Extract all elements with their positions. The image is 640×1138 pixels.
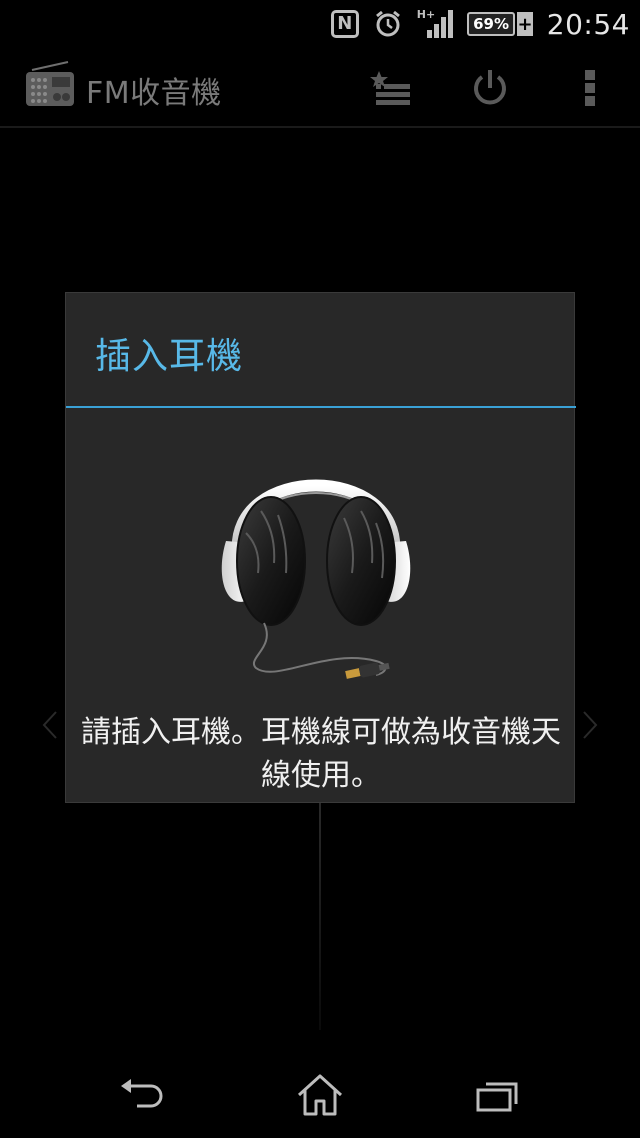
- battery-level: 69%: [466, 12, 516, 36]
- favorites-list-icon: [370, 71, 410, 105]
- dialog-title: 插入耳機: [95, 336, 244, 377]
- clock: 20:54: [546, 7, 630, 41]
- action-bar: FM收音機: [0, 48, 640, 128]
- headphones-icon: [216, 423, 416, 691]
- navigation-bar: [0, 1050, 640, 1138]
- dialog-message: 請插入耳機。耳機線可做為收音機天線使用。: [81, 715, 561, 793]
- status-bar: N H+ 69% + 20:54: [0, 0, 640, 48]
- recent-apps-icon: [476, 1082, 518, 1112]
- signal-icon: H+: [417, 8, 453, 40]
- nfc-icon: N: [330, 10, 359, 38]
- alarm-icon: [373, 9, 403, 39]
- back-icon: [121, 1079, 163, 1108]
- battery-icon: 69% +: [466, 12, 533, 36]
- previous-station-icon[interactable]: [40, 710, 60, 740]
- tuner-indicator: [319, 800, 321, 1030]
- power-icon: [474, 70, 506, 105]
- power-button[interactable]: [466, 64, 514, 112]
- overflow-menu-icon: [585, 70, 595, 106]
- favorites-list-button[interactable]: [366, 64, 414, 112]
- dialog-divider: [66, 406, 576, 408]
- home-icon: [297, 1074, 343, 1116]
- nfc-label: N: [337, 13, 353, 34]
- charging-icon: +: [517, 12, 533, 36]
- home-button[interactable]: [290, 1070, 350, 1120]
- back-button[interactable]: [112, 1070, 172, 1120]
- next-station-icon[interactable]: [580, 710, 600, 740]
- screen: N H+ 69% + 20:54 FM收音機 插入耳機 請插入耳機。耳機線可做為…: [0, 0, 640, 1138]
- radio-app-icon: [24, 60, 76, 108]
- recent-apps-button[interactable]: [468, 1070, 528, 1120]
- app-title: FM收音機: [86, 76, 222, 111]
- overflow-menu-button[interactable]: [566, 64, 614, 112]
- insert-headphones-dialog: 插入耳機 請插入耳機。耳機線可做為收音機天線使用。: [65, 292, 576, 803]
